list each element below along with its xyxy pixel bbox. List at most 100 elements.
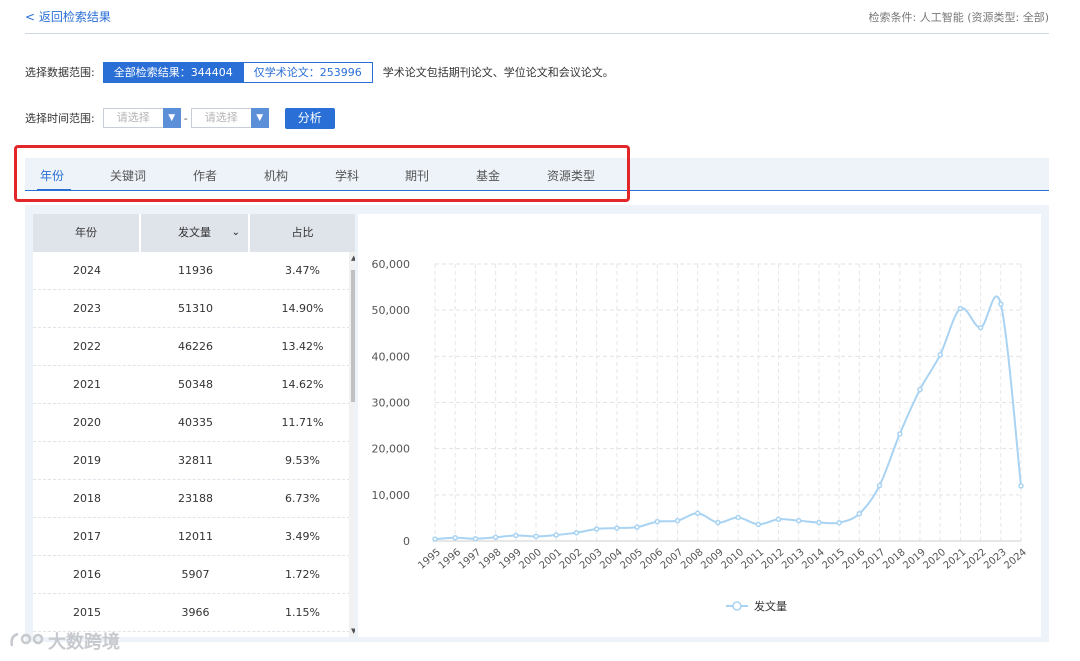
table-scrollbar[interactable]: ▲ ▼ <box>349 252 355 637</box>
data-point[interactable] <box>553 532 559 538</box>
data-point[interactable] <box>614 525 620 531</box>
data-point[interactable] <box>775 516 782 523</box>
data-point[interactable] <box>957 305 964 312</box>
scroll-up-icon[interactable]: ▲ <box>351 254 355 262</box>
cell-count: 46226 <box>178 340 213 353</box>
table-row[interactable]: 2020 40335 11.71% <box>33 404 355 442</box>
cell-year: 2018 <box>73 492 101 505</box>
analysis-content: 年份 发文量 ⌄ 占比 2024 11936 3.47% 2023 51310 14.90… <box>25 205 1049 642</box>
data-point[interactable] <box>755 521 762 528</box>
data-point[interactable] <box>876 482 883 489</box>
data-point[interactable] <box>513 532 519 539</box>
scroll-thumb[interactable] <box>351 270 355 402</box>
cell-count: 51310 <box>178 302 213 315</box>
table-row[interactable]: 2024 11936 3.47% <box>33 252 355 290</box>
chevron-down-icon[interactable]: ▼ <box>162 108 181 128</box>
data-point[interactable] <box>472 535 479 542</box>
end-year-placeholder[interactable]: 请选择 <box>190 108 251 128</box>
cell-year: 2016 <box>73 568 101 581</box>
x-tick-label: 2006 <box>639 547 666 572</box>
table-row[interactable]: 2022 46226 13.42% <box>33 328 355 366</box>
header-count[interactable]: 发文量 ⌄ <box>141 214 250 252</box>
x-tick-label: 2010 <box>719 547 746 572</box>
data-point[interactable] <box>795 517 802 524</box>
year-table: 年份 发文量 ⌄ 占比 2024 11936 3.47% 2023 51310 14.90… <box>33 214 355 637</box>
data-point[interactable] <box>715 519 721 526</box>
data-point[interactable] <box>674 517 681 524</box>
data-point[interactable] <box>634 524 640 530</box>
legend-label[interactable]: 发文量 <box>754 599 787 613</box>
data-point[interactable] <box>937 352 943 358</box>
data-point[interactable] <box>1018 483 1024 489</box>
data-point[interactable] <box>735 514 741 521</box>
y-tick-label: 10,000 <box>372 489 411 502</box>
cell-share: 3.47% <box>285 264 320 277</box>
data-point[interactable] <box>816 519 822 526</box>
start-year-placeholder[interactable]: 请选择 <box>102 108 163 128</box>
y-tick-label: 20,000 <box>372 443 411 456</box>
data-point[interactable] <box>492 534 499 541</box>
analyze-button[interactable]: 分析 <box>284 107 335 129</box>
cell-count: 11936 <box>178 264 213 277</box>
data-point[interactable] <box>694 510 701 517</box>
end-year-select[interactable]: 请选择 ▼ <box>190 108 269 128</box>
all-results-button[interactable]: 全部检索结果：344404 <box>102 61 244 83</box>
cell-share: 13.42% <box>281 340 324 353</box>
top-bar: < 返回检索结果 检索条件: 人工智能 (资源类型: 全部) <box>25 0 1049 34</box>
data-point[interactable] <box>917 386 923 393</box>
x-tick-label: 2008 <box>679 547 706 572</box>
data-point[interactable] <box>977 324 984 331</box>
x-tick-label: 2023 <box>982 547 1009 572</box>
table-row[interactable]: 2023 51310 14.90% <box>33 290 355 328</box>
scroll-down-icon[interactable]: ▼ <box>351 627 355 635</box>
table-row[interactable]: 2018 23188 6.73% <box>33 480 355 518</box>
table-row[interactable]: 2021 50348 14.62% <box>33 366 355 404</box>
chevron-down-icon[interactable]: ▼ <box>250 108 269 128</box>
time-separator: - <box>183 111 188 125</box>
x-tick-label: 2019 <box>901 547 928 572</box>
table-row[interactable]: 2016 5907 1.72% <box>33 556 355 594</box>
data-point[interactable] <box>432 536 438 542</box>
data-point[interactable] <box>533 533 539 540</box>
data-range-row: 选择数据范围: 全部检索结果：344404 仅学术论文：253996 学术论文包… <box>25 61 614 83</box>
cell-year: 2023 <box>73 302 101 315</box>
x-tick-label: 1996 <box>437 547 464 572</box>
table-row[interactable]: 2015 3966 1.15% <box>33 594 355 632</box>
data-point[interactable] <box>856 510 863 517</box>
data-point[interactable] <box>593 526 600 532</box>
data-point[interactable] <box>452 535 458 541</box>
watermark-text: 大数跨境 <box>48 632 120 653</box>
data-point[interactable] <box>654 518 661 525</box>
cell-year: 2015 <box>73 606 101 619</box>
table-row[interactable]: 2017 12011 3.49% <box>33 518 355 556</box>
x-tick-label: 2015 <box>820 547 847 572</box>
header-share[interactable]: 占比 <box>250 214 355 252</box>
academic-only-button[interactable]: 仅学术论文：253996 <box>243 61 373 83</box>
cell-year: 2021 <box>73 378 101 391</box>
watermark-logo-icon <box>10 632 44 647</box>
x-tick-label: 1997 <box>457 547 484 572</box>
cell-count: 5907 <box>181 568 210 581</box>
back-to-results-link[interactable]: < 返回检索结果 <box>25 8 111 25</box>
y-tick-label: 50,000 <box>372 304 411 317</box>
data-point[interactable] <box>573 529 580 536</box>
sort-chevron-icon[interactable]: ⌄ <box>232 214 240 252</box>
start-year-select[interactable]: 请选择 ▼ <box>102 108 181 128</box>
cell-share: 14.62% <box>281 378 324 391</box>
x-tick-label: 2024 <box>1002 547 1029 572</box>
cell-year: 2020 <box>73 416 101 429</box>
data-point[interactable] <box>836 519 842 526</box>
x-tick-label: 2002 <box>558 547 585 572</box>
table-row[interactable]: 2019 32811 9.53% <box>33 442 355 480</box>
header-year[interactable]: 年份 <box>33 214 141 252</box>
data-point[interactable] <box>897 431 903 437</box>
cell-count: 50348 <box>178 378 213 391</box>
x-tick-label: 1999 <box>497 547 524 572</box>
header-count-label: 发文量 <box>178 226 211 239</box>
data-point[interactable] <box>998 301 1004 307</box>
cell-count: 3966 <box>181 606 210 619</box>
watermark: 大数跨境 <box>8 628 120 654</box>
data-range-note: 学术论文包括期刊论文、学位论文和会议论文。 <box>382 66 614 79</box>
cell-share: 9.53% <box>285 454 320 467</box>
legend-marker-icon <box>732 601 742 611</box>
